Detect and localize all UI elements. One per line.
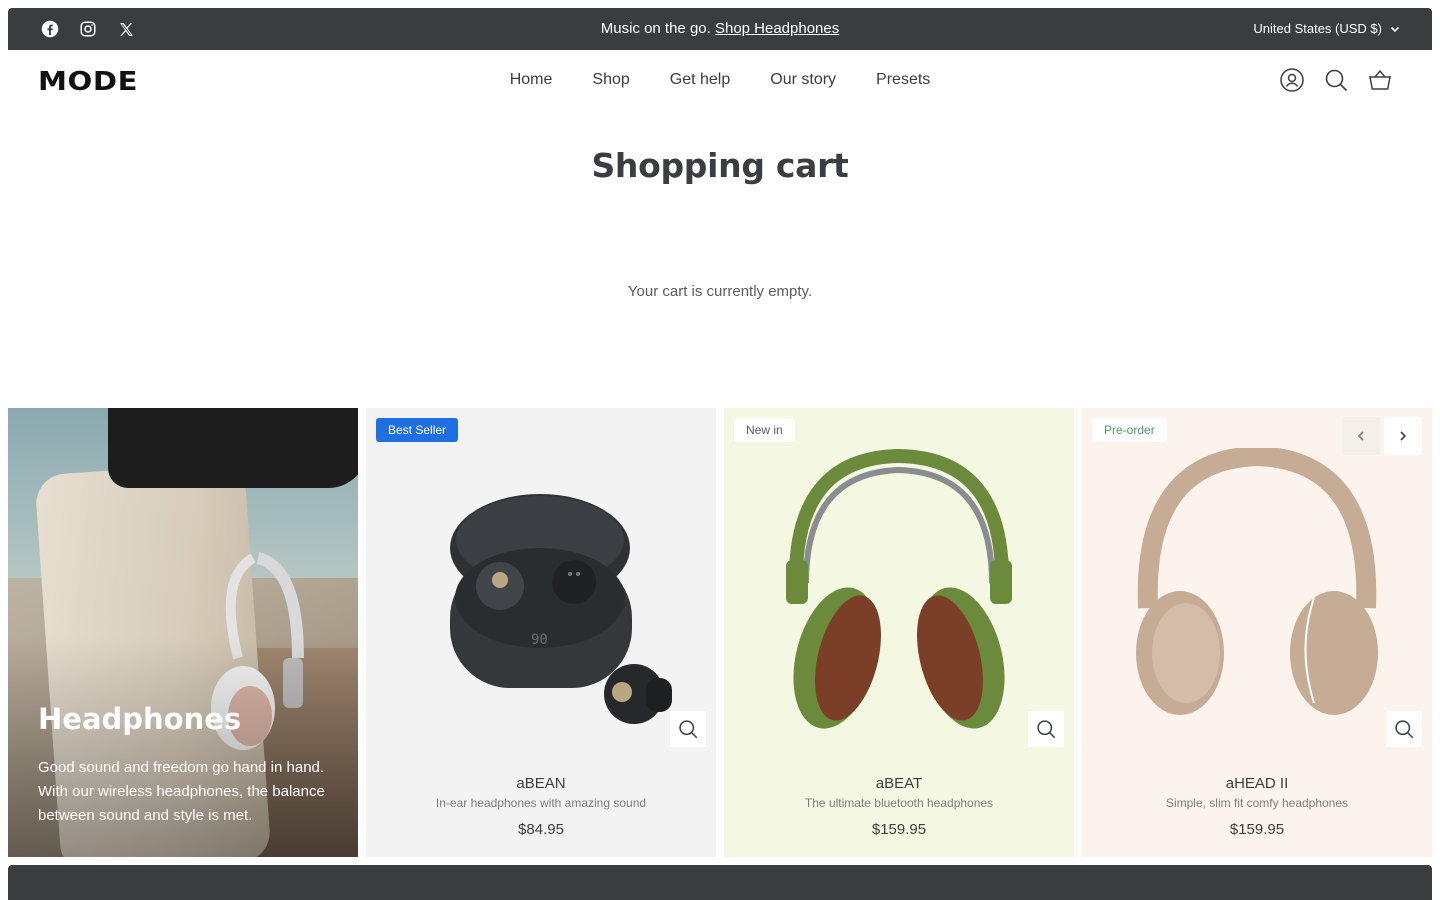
- product-name[interactable]: aBEAT: [724, 775, 1074, 792]
- abeat-product-image: [786, 448, 1012, 729]
- footer-band: [8, 865, 1432, 900]
- earbud-case-display: 90: [531, 632, 548, 648]
- quick-view-button[interactable]: [1028, 711, 1064, 747]
- product-subtitle: In-ear headphones with amazing sound: [435, 796, 647, 810]
- product-card-abean[interactable]: Best Seller 90 aBEAN In-ear headphones w…: [366, 408, 716, 857]
- headphones-promo-tile[interactable]: Headphones Good sound and freedom go han…: [8, 408, 358, 857]
- chevron-left-icon: [1357, 431, 1364, 441]
- badge-new-in: New in: [734, 418, 795, 442]
- announcement-message: Music on the go. Shop Headphones: [8, 20, 1432, 37]
- nav-our-story[interactable]: Our story: [770, 71, 836, 89]
- product-name[interactable]: aHEAD II: [1082, 775, 1432, 792]
- shop-headphones-link[interactable]: Shop Headphones: [715, 20, 839, 37]
- empty-cart-message: Your cart is currently empty.: [627, 283, 813, 300]
- badge-pre-order: Pre-order: [1092, 418, 1167, 442]
- product-card-ahead-ii[interactable]: Pre-order aHEAD II Simple, slim fit comf…: [1082, 408, 1432, 857]
- search-icon: [1037, 720, 1056, 739]
- ahead-ii-product-image: [1136, 448, 1378, 715]
- cart-icon[interactable]: [1368, 68, 1392, 92]
- search-icon: [679, 720, 698, 739]
- currency-label: United States (USD $): [1253, 21, 1382, 36]
- carousel-next-button[interactable]: [1384, 417, 1422, 455]
- abean-product-image: 90: [450, 494, 672, 724]
- announcement-text: Music on the go.: [600, 20, 711, 37]
- product-price: $84.95: [518, 821, 564, 838]
- nav-shop[interactable]: Shop: [592, 71, 629, 89]
- search-icon[interactable]: [1324, 68, 1348, 92]
- page-title: Shopping cart: [591, 146, 849, 185]
- nav-get-help[interactable]: Get help: [670, 71, 730, 89]
- announcement-bar: Music on the go. Shop Headphones United …: [8, 8, 1432, 50]
- chevron-right-icon: [1400, 431, 1407, 441]
- promo-title: Headphones: [38, 702, 242, 736]
- header-actions: [1280, 68, 1392, 92]
- product-price: $159.95: [871, 821, 927, 838]
- badge-best-seller: Best Seller: [376, 418, 459, 442]
- quick-view-button[interactable]: [1386, 711, 1422, 747]
- product-subtitle: Simple, slim fit comfy headphones: [1165, 796, 1349, 810]
- search-icon: [1395, 720, 1414, 739]
- main-nav: Home Shop Get help Our story Presets: [0, 71, 1440, 89]
- promo-description: Good sound and freedom go hand in hand. …: [38, 759, 325, 824]
- nav-home[interactable]: Home: [510, 71, 553, 89]
- chevron-down-icon: [1390, 26, 1400, 32]
- currency-selector[interactable]: United States (USD $): [1253, 21, 1400, 36]
- carousel-prev-button[interactable]: [1342, 417, 1380, 455]
- account-icon[interactable]: [1280, 68, 1304, 92]
- product-card-abeat[interactable]: New in aBEAT The ultimate bluetooth head…: [724, 408, 1074, 857]
- quick-view-button[interactable]: [670, 711, 706, 747]
- promo-jacket: [108, 408, 358, 488]
- product-subtitle: The ultimate bluetooth headphones: [804, 796, 994, 810]
- site-header: MODE Home Shop Get help Our story Preset…: [0, 50, 1440, 112]
- product-price: $159.95: [1229, 821, 1285, 838]
- nav-presets[interactable]: Presets: [876, 71, 930, 89]
- product-name[interactable]: aBEAN: [366, 775, 716, 792]
